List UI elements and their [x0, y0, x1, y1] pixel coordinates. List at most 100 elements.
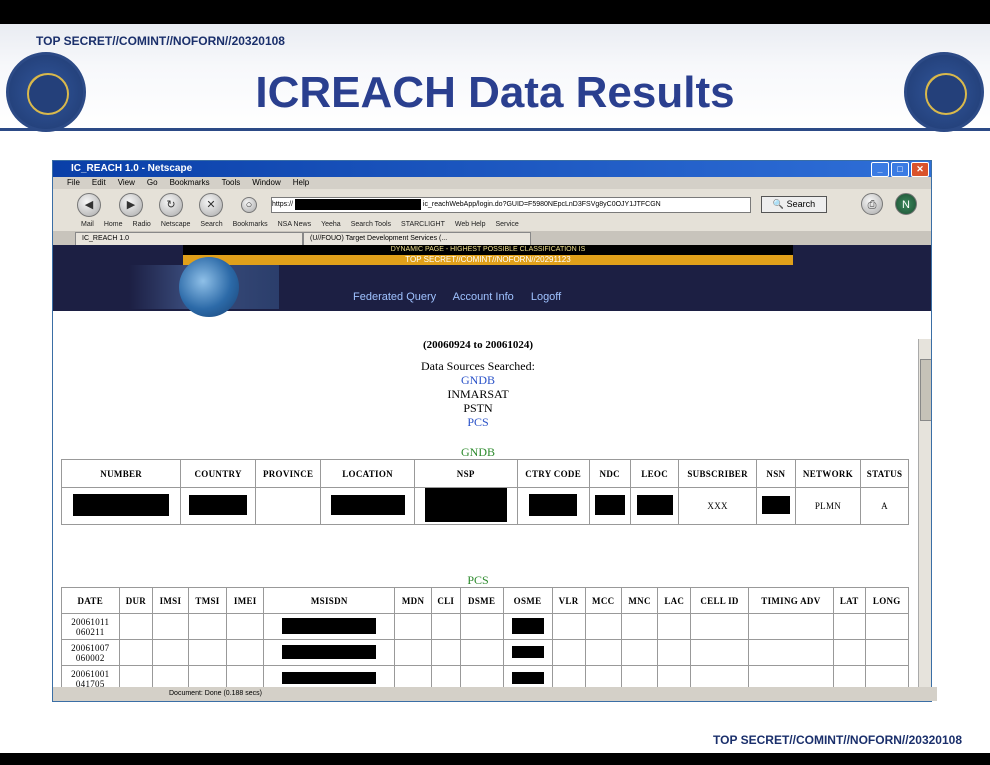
cell-nsn [755, 487, 796, 525]
col-mcc: MCC [584, 587, 622, 614]
cell-subscriber: XXX [678, 487, 757, 525]
col-imei: IMEI [226, 587, 265, 614]
cell-province [254, 487, 322, 525]
col-dsme: DSME [459, 587, 504, 614]
col-dur: DUR [118, 587, 154, 614]
redaction-block [636, 495, 673, 515]
menu-edit[interactable]: Edit [92, 177, 106, 189]
close-button[interactable]: ✕ [911, 162, 929, 177]
bottom-black-bar [0, 753, 990, 765]
cell-date: 20061001 041705 [61, 665, 120, 687]
col-nsp: NSP [413, 459, 518, 488]
cell-status: A [860, 487, 909, 525]
col-imsi: IMSI [152, 587, 189, 614]
col-province: PROVINCE [254, 459, 322, 488]
pcs-table: DATE DUR IMSI TMSI IMEI MSISDN MDN CLI D… [61, 587, 909, 687]
col-long: LONG [864, 587, 909, 614]
redaction-block [511, 617, 544, 634]
url-prefix: https:// [272, 201, 294, 208]
window-title: IC_REACH 1.0 - Netscape [71, 163, 193, 174]
slide-title: ICREACH Data Results [255, 68, 735, 117]
col-number: NUMBER [60, 459, 182, 488]
account-info-link[interactable]: Account Info [453, 291, 514, 303]
date-range: (20060924 to 20061024) [423, 339, 533, 351]
col-mnc: MNC [620, 587, 659, 614]
col-lac: LAC [657, 587, 692, 614]
home-button[interactable]: ○ [241, 197, 257, 213]
cell-osme [502, 639, 553, 666]
bookmark-nsa-news[interactable]: NSA News [278, 219, 311, 231]
col-timing-adv: TIMING ADV [747, 587, 835, 614]
cell-ndc [588, 487, 631, 525]
col-ndc: NDC [588, 459, 631, 488]
menu-help[interactable]: Help [293, 177, 309, 189]
table-row: 20061007 060002 [61, 639, 909, 666]
scrollbar-thumb[interactable] [920, 359, 931, 421]
back-button[interactable]: ◀ [77, 193, 101, 217]
col-lat: LAT [833, 587, 866, 614]
maximize-button[interactable]: □ [891, 162, 909, 177]
redaction-block [594, 495, 625, 515]
tab-target-development[interactable]: (U//FOUO) Target Development Services (.… [303, 232, 531, 246]
window-titlebar: IC_REACH 1.0 - Netscape _ □ ✕ [53, 161, 931, 177]
tab-ic-reach[interactable]: IC_REACH 1.0 [75, 232, 303, 246]
source-pcs-link[interactable]: PCS [53, 415, 903, 430]
cell-leoc [629, 487, 680, 525]
cell-ctry-code [516, 487, 590, 525]
reload-button[interactable]: ↻ [159, 193, 183, 217]
table-row: 20061011 060211 [61, 613, 909, 640]
menu-window[interactable]: Window [252, 177, 280, 189]
col-leoc: LEOC [629, 459, 680, 488]
col-ctry-code: CTRY CODE [516, 459, 590, 488]
navigation-toolbar: ◀ ▶ ↻ ✕ ○ https:// ic_reachWebApp/login.… [53, 189, 931, 219]
bookmark-search[interactable]: Search [200, 219, 222, 231]
menu-file[interactable]: File [67, 177, 80, 189]
col-nsn: NSN [755, 459, 796, 488]
bookmark-search-tools[interactable]: Search Tools [351, 219, 391, 231]
bookmark-starclight[interactable]: STARCLIGHT [401, 219, 445, 231]
stop-button[interactable]: ✕ [199, 193, 223, 217]
col-vlr: VLR [551, 587, 586, 614]
menu-tools[interactable]: Tools [222, 177, 241, 189]
col-subscriber: SUBSCRIBER [678, 459, 757, 488]
logoff-link[interactable]: Logoff [531, 291, 561, 303]
source-gndb-link[interactable]: GNDB [53, 373, 903, 388]
url-field[interactable]: https:// ic_reachWebApp/login.do?GUID=F5… [271, 197, 751, 213]
vertical-scrollbar[interactable] [918, 339, 931, 687]
pcs-heading: PCS [467, 573, 489, 587]
bookmark-yeeha[interactable]: Yeeha [321, 219, 341, 231]
col-country: COUNTRY [180, 459, 256, 488]
bookmark-radio[interactable]: Radio [133, 219, 151, 231]
col-date: DATE [61, 587, 120, 614]
redaction-block [282, 617, 377, 634]
dynamic-classification: TOP SECRET//COMINT//NOFORN//20291123 [183, 255, 793, 265]
menu-view[interactable]: View [118, 177, 135, 189]
col-cli: CLI [430, 587, 461, 614]
search-button[interactable]: 🔍 Search [761, 196, 827, 213]
redaction-block [529, 494, 578, 516]
forward-button[interactable]: ▶ [119, 193, 143, 217]
bookmark-service[interactable]: Service [495, 219, 518, 231]
col-network: NETWORK [794, 459, 862, 488]
menu-go[interactable]: Go [147, 177, 158, 189]
netscape-logo-icon: N [895, 193, 917, 215]
gndb-header-row: NUMBER COUNTRY PROVINCE LOCATION NSP CTR… [60, 459, 909, 488]
col-cell-id: CELL ID [690, 587, 749, 614]
bookmark-netscape[interactable]: Netscape [161, 219, 191, 231]
federated-query-link[interactable]: Federated Query [353, 291, 436, 303]
bookmark-web-help[interactable]: Web Help [455, 219, 486, 231]
col-mdn: MDN [394, 587, 432, 614]
ic-reach-banner: DYNAMIC PAGE - HIGHEST POSSIBLE CLASSIFI… [53, 245, 931, 317]
gndb-table: NUMBER COUNTRY PROVINCE LOCATION NSP CTR… [60, 459, 909, 525]
top-black-bar [0, 0, 990, 24]
cell-country [180, 487, 256, 525]
redaction-block [294, 198, 421, 210]
bookmark-home[interactable]: Home [104, 219, 123, 231]
bookmark-bookmarks[interactable]: Bookmarks [233, 219, 268, 231]
menu-bookmarks[interactable]: Bookmarks [170, 177, 210, 189]
print-icon[interactable]: ⎙ [861, 193, 883, 215]
minimize-button[interactable]: _ [871, 162, 889, 177]
source-pstn: PSTN [463, 401, 493, 415]
bookmark-mail[interactable]: Mail [81, 219, 94, 231]
tab-bar: IC_REACH 1.0 (U//FOUO) Target Developmen… [53, 231, 931, 246]
